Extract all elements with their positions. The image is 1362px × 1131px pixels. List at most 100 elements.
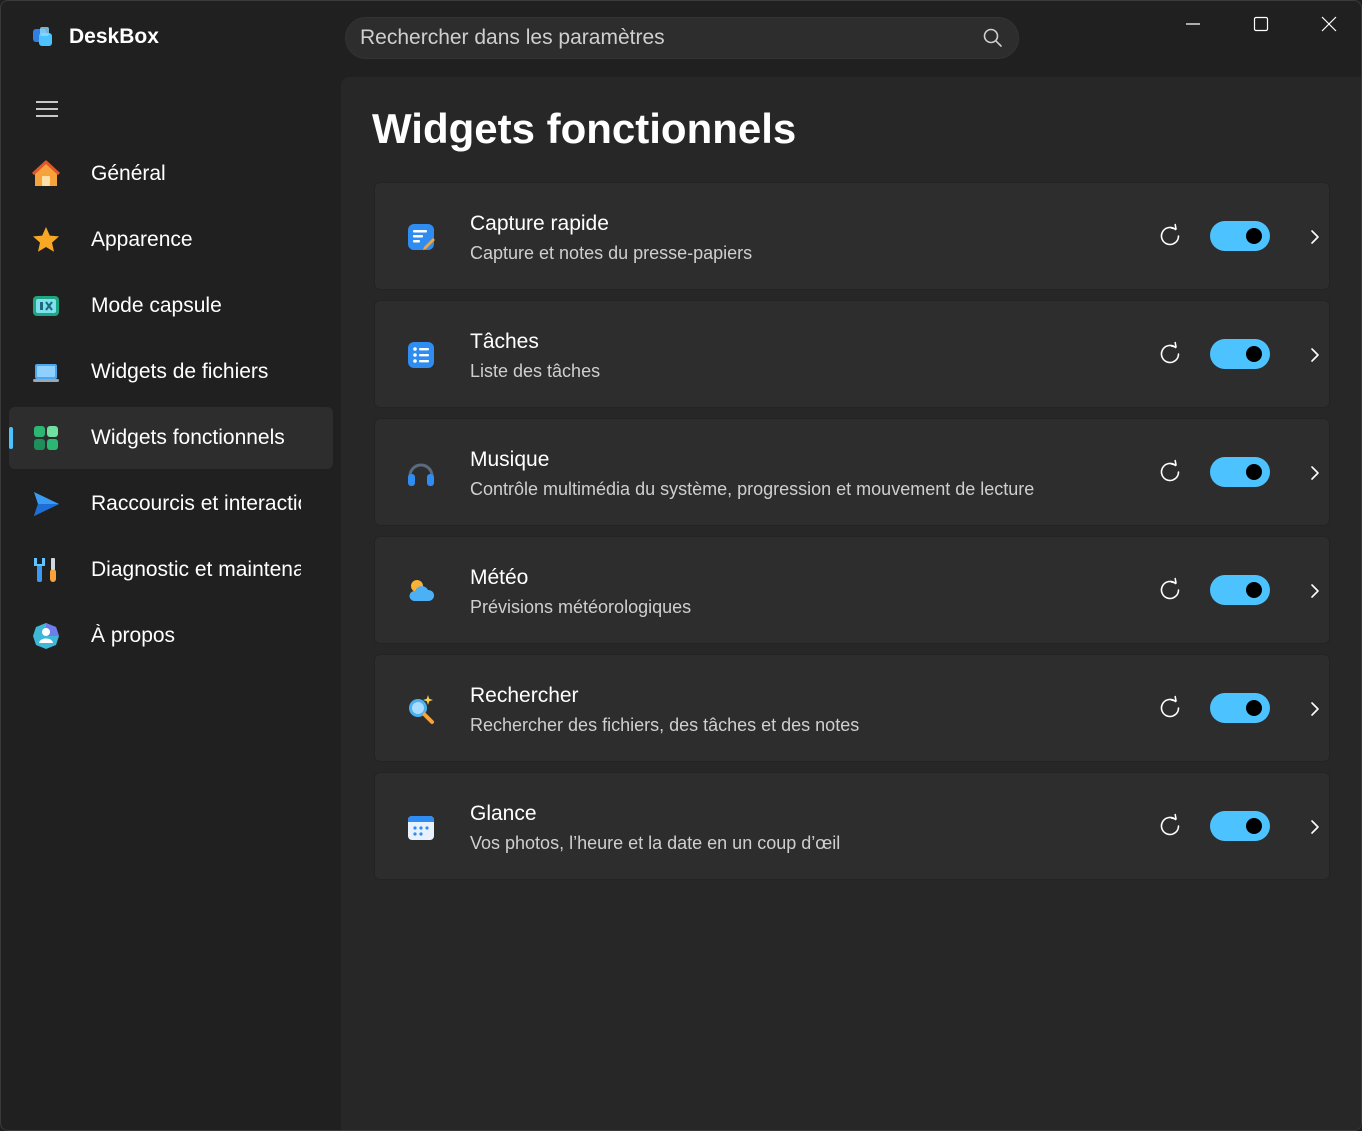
toggle-knob [1246, 464, 1262, 480]
weather-icon [409, 580, 435, 601]
about-icon [33, 623, 59, 649]
sidebar-item-capsule-mode[interactable]: Mode capsule [9, 275, 333, 337]
widget-title: Glance [470, 802, 537, 825]
chevron-right-icon[interactable] [1305, 699, 1325, 719]
search-icon[interactable] [982, 27, 1004, 49]
maximize-icon [1253, 16, 1269, 32]
widget-title: Rechercher [470, 684, 579, 707]
sidebar-item-functional-widgets[interactable]: Widgets fonctionnels [9, 407, 333, 469]
toggle-knob [1246, 346, 1262, 362]
sidebar-nav: Général Apparence Mode capsule Widgets d… [9, 143, 333, 671]
laptop-icon [33, 364, 59, 382]
close-icon [1321, 16, 1337, 32]
widget-card-text: Musique Contrôle multimédia du système, … [470, 447, 1034, 501]
widget-card-tasks[interactable]: Tâches Liste des tâches [374, 300, 1330, 408]
widget-description: Rechercher des fichiers, des tâches et d… [470, 715, 860, 735]
chevron-right-icon[interactable] [1305, 345, 1325, 365]
sidebar-item-label: Diagnostic et maintenance [91, 558, 301, 581]
widget-description: Liste des tâches [470, 361, 601, 381]
sidebar-item-label: Mode capsule [91, 294, 222, 317]
main-content: Widgets fonctionnels Capture rapide Capt… [341, 77, 1361, 1130]
toggle-knob [1246, 228, 1262, 244]
tasks-icon [408, 342, 434, 368]
deskbox-logo-icon [33, 27, 52, 46]
widgets-icon [34, 426, 58, 450]
widget-description: Vos photos, l’heure et la date en un cou… [470, 833, 841, 853]
tools-icon [34, 558, 56, 582]
sidebar-item-label: Widgets de fichiers [91, 360, 269, 383]
star-icon [33, 227, 59, 252]
chevron-right-icon[interactable] [1305, 817, 1325, 837]
sidebar-item-shortcuts[interactable]: Raccourcis et interactions [9, 473, 333, 535]
page-title: Widgets fonctionnels [372, 105, 797, 152]
app-title: DeskBox [69, 25, 159, 48]
widget-card-weather[interactable]: Météo Prévisions météorologiques [374, 536, 1330, 644]
search-widget-icon [409, 695, 434, 724]
app-brand: DeskBox [31, 25, 159, 49]
toggle-knob [1246, 582, 1262, 598]
widget-title: Météo [470, 566, 529, 589]
sidebar-item-label: Général [91, 162, 166, 185]
calendar-icon [408, 816, 434, 840]
widget-description: Contrôle multimédia du système, progress… [470, 479, 1035, 499]
settings-search[interactable] [345, 17, 1019, 59]
widget-toggle[interactable] [1210, 811, 1270, 841]
widget-title: Capture rapide [470, 212, 609, 235]
hamburger-icon [36, 101, 58, 117]
widget-card-text: Capture rapide Capture et notes du press… [470, 211, 752, 265]
widget-description: Capture et notes du presse-papiers [470, 243, 753, 263]
widget-list: Capture rapide Capture et notes du press… [374, 182, 1330, 890]
widget-card-text: Tâches Liste des tâches [470, 329, 600, 383]
minimize-button[interactable] [1159, 1, 1227, 47]
sidebar: Général Apparence Mode capsule Widgets d… [1, 77, 341, 1130]
minimize-icon [1186, 23, 1200, 25]
widget-description: Prévisions météorologiques [470, 597, 692, 617]
sidebar-item-appearance[interactable]: Apparence [9, 209, 333, 271]
sidebar-item-label: Raccourcis et interactions [91, 492, 301, 515]
widget-toggle[interactable] [1210, 221, 1270, 251]
maximize-button[interactable] [1227, 1, 1295, 47]
reset-icon[interactable] [1157, 341, 1183, 367]
chevron-right-icon[interactable] [1305, 581, 1325, 601]
headphones-icon [408, 463, 434, 486]
widget-title: Tâches [470, 330, 539, 353]
reset-icon[interactable] [1157, 813, 1183, 839]
widget-title: Musique [470, 448, 550, 471]
home-icon [31, 160, 61, 186]
toggle-knob [1246, 700, 1262, 716]
sidebar-item-file-widgets[interactable]: Widgets de fichiers [9, 341, 333, 403]
app-window: DeskBox Rechercher dans les paramètres G… [0, 0, 1362, 1131]
widget-toggle[interactable] [1210, 575, 1270, 605]
chevron-right-icon[interactable] [1305, 227, 1325, 247]
close-button[interactable] [1295, 1, 1361, 47]
reset-icon[interactable] [1157, 577, 1183, 603]
reset-icon[interactable] [1157, 459, 1183, 485]
send-icon [34, 492, 59, 516]
window-controls [1159, 1, 1361, 47]
widget-card-quick-capture[interactable]: Capture rapide Capture et notes du press… [374, 182, 1330, 290]
widget-card-search[interactable]: Rechercher Rechercher des fichiers, des … [374, 654, 1330, 762]
sidebar-item-diagnostics[interactable]: Diagnostic et maintenance [9, 539, 333, 601]
search-input[interactable] [360, 26, 974, 50]
widget-toggle[interactable] [1210, 693, 1270, 723]
toggle-knob [1246, 818, 1262, 834]
sidebar-item-label: Widgets fonctionnels [91, 426, 285, 449]
widget-toggle[interactable] [1210, 457, 1270, 487]
sidebar-item-general[interactable]: Général [9, 143, 333, 205]
widget-card-text: Rechercher Rechercher des fichiers, des … [470, 683, 859, 737]
reset-icon[interactable] [1157, 223, 1183, 249]
widget-card-text: Glance Vos photos, l’heure et la date en… [470, 801, 840, 855]
sidebar-item-label: À propos [91, 624, 176, 647]
chevron-right-icon[interactable] [1305, 463, 1325, 483]
widget-toggle[interactable] [1210, 339, 1270, 369]
title-bar: DeskBox [1, 1, 1361, 77]
reset-icon[interactable] [1157, 695, 1183, 721]
sidebar-item-label: Apparence [91, 228, 193, 251]
widget-card-text: Météo Prévisions météorologiques [470, 565, 691, 619]
widget-card-glance[interactable]: Glance Vos photos, l’heure et la date en… [374, 772, 1330, 880]
sidebar-item-about[interactable]: À propos [9, 605, 333, 667]
widget-card-music[interactable]: Musique Contrôle multimédia du système, … [374, 418, 1330, 526]
menu-toggle-button[interactable] [29, 95, 65, 123]
capsule-icon [33, 296, 59, 316]
quick-capture-icon [408, 224, 435, 250]
